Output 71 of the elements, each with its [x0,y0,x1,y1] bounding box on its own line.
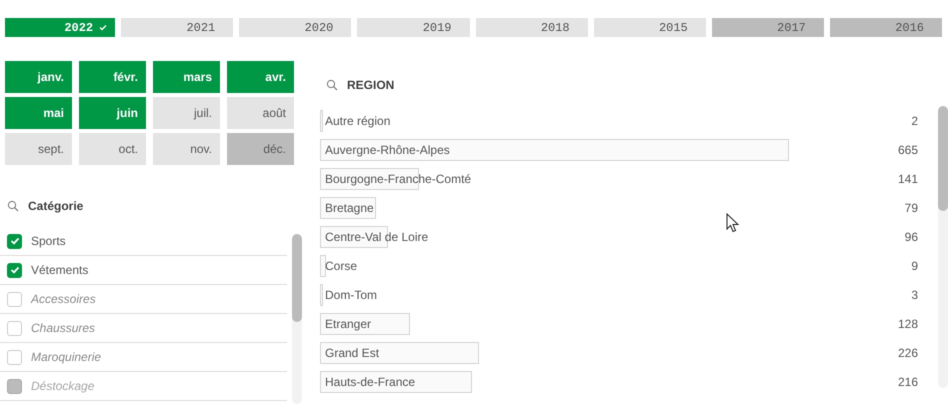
region-count: 96 [904,230,919,244]
value-bar [320,110,323,132]
region-name[interactable]: Grand Est [320,346,380,360]
check-icon [10,237,20,245]
region-name[interactable]: Autre région [320,114,390,128]
category-item[interactable]: Vétements [0,256,287,285]
month-tile[interactable]: sept. [5,133,72,165]
year-tab[interactable]: 2020 [239,18,352,37]
region-name[interactable]: Dom-Tom [320,288,378,302]
month-tile[interactable]: août [227,97,294,129]
search-icon[interactable] [7,200,19,212]
region-count: 665 [896,142,919,156]
category-label: Accessoires [31,292,96,306]
region-name[interactable]: Hauts-de-France [320,374,416,388]
category-item[interactable]: Chaussures [0,314,287,343]
year-tab[interactable]: 2018 [476,18,588,37]
region-name[interactable]: Centre-Val de Loire [320,230,428,244]
region-count: 3 [910,288,919,302]
value-bar [320,284,323,306]
month-tile[interactable]: mars [153,61,220,93]
region-count: 2 [910,114,919,128]
value-bar [320,254,326,276]
category-label: Maroquinerie [31,350,102,364]
month-tile[interactable]: nov. [153,133,220,165]
checkbox[interactable] [7,262,22,278]
value-bar [320,196,376,218]
category-item[interactable]: Maroquinerie [0,343,287,372]
year-tab[interactable]: 2022 [5,18,116,37]
scrollbar[interactable] [938,106,948,388]
region-count: 128 [896,316,919,330]
month-tile[interactable]: janv. [5,61,72,93]
year-tab[interactable]: 2016 [830,18,942,37]
category-label: Sports [31,234,66,248]
category-label: Chaussures [31,321,96,335]
check-icon [99,24,108,31]
category-label: Déstockage [31,379,94,393]
category-item[interactable]: Sports [0,227,287,256]
month-tile[interactable]: oct. [79,133,146,165]
year-tab[interactable]: 2019 [357,18,470,37]
cursor-icon [726,213,739,233]
region-count: 216 [896,374,919,388]
region-name[interactable]: Auvergne-Rhône-Alpes [320,142,450,156]
month-tile[interactable]: mai [5,97,72,129]
category-title: Catégorie [28,199,84,213]
region-name[interactable]: Bretagne [320,200,374,214]
month-tile[interactable]: juin [79,97,146,129]
checkbox[interactable] [7,350,22,364]
category-item[interactable]: Accessoires [0,285,287,314]
region-title: REGION [347,78,394,92]
checkbox[interactable] [7,234,22,248]
month-tile[interactable]: févr. [79,61,146,93]
region-count: 79 [904,200,919,214]
month-tile[interactable]: déc. [227,133,294,165]
region-name[interactable]: Corse [320,258,358,272]
region-name[interactable]: Bourgogne-Franche-Comté [320,172,472,186]
checkbox[interactable] [7,378,22,394]
region-name[interactable]: Etranger [320,316,372,330]
month-tile[interactable]: avr. [227,61,294,93]
category-label: Vétements [31,263,88,277]
scrollbar[interactable] [292,234,302,404]
check-icon [10,266,20,274]
year-tab[interactable]: 2017 [712,18,824,37]
region-count: 226 [896,346,919,360]
year-tab[interactable]: 2015 [594,18,706,37]
region-count: 141 [896,172,919,186]
checkbox[interactable] [7,292,22,306]
region-count: 9 [910,258,919,272]
year-tab[interactable]: 2021 [121,18,234,37]
checkbox[interactable] [7,320,22,336]
month-tile[interactable]: juil. [153,97,220,129]
search-icon[interactable] [326,79,338,91]
